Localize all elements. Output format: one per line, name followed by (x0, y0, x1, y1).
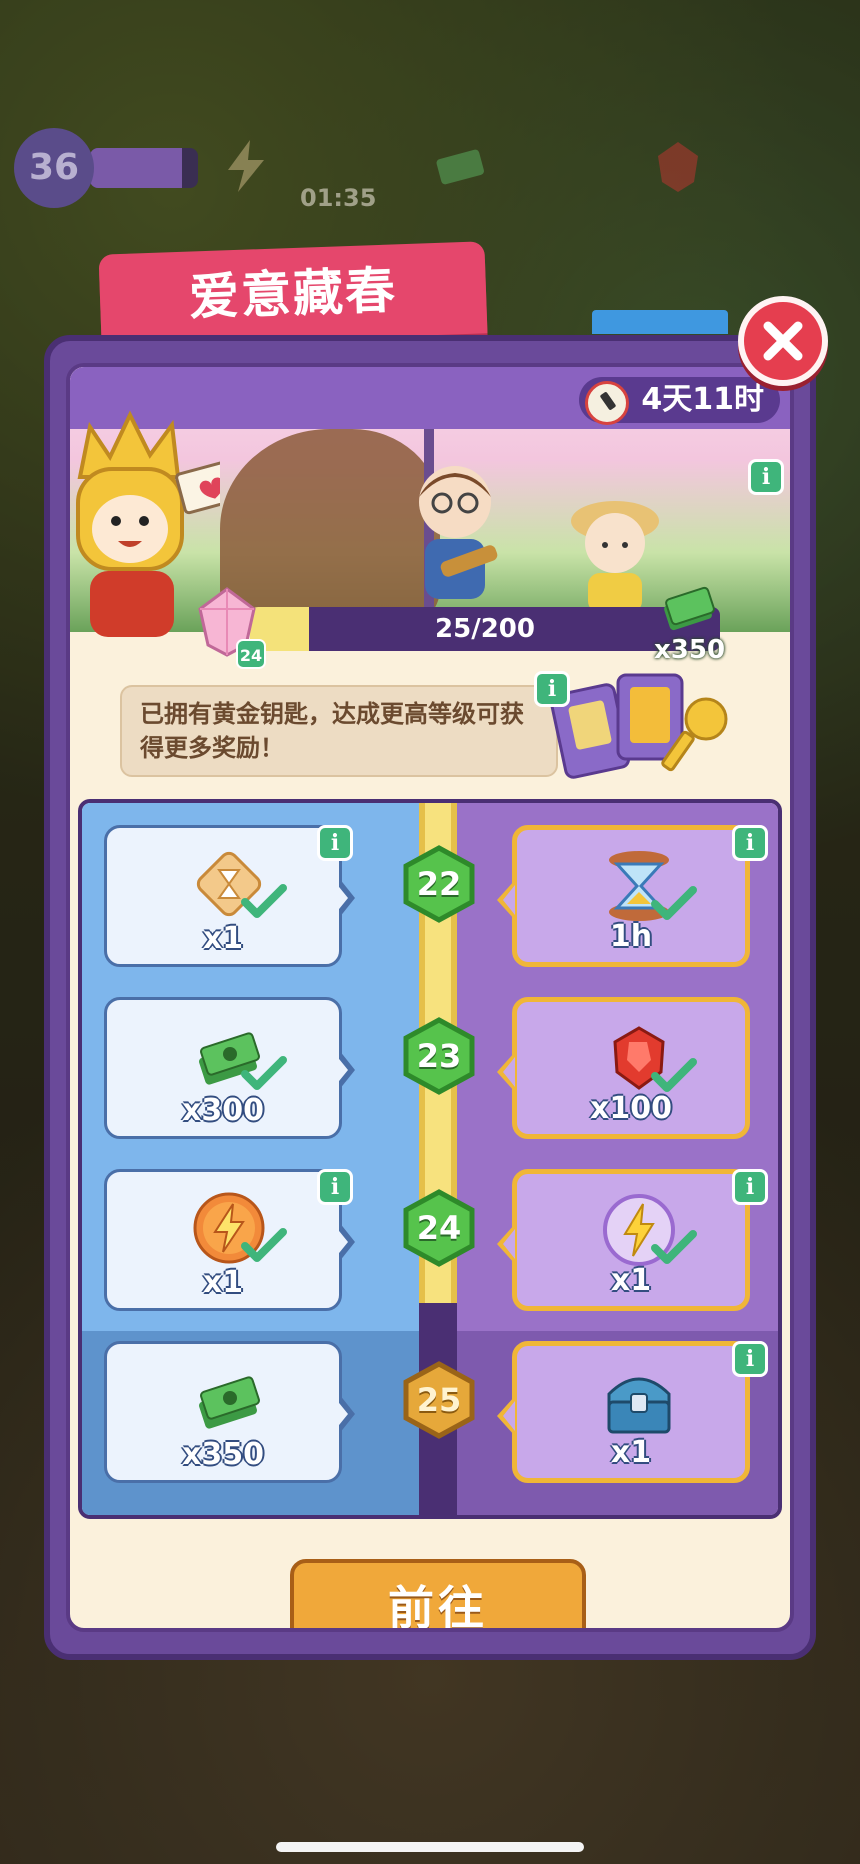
go-button[interactable]: 前往 (290, 1559, 586, 1632)
cash-stack-icon[interactable] (658, 577, 718, 637)
free-reward-23[interactable]: x300 (104, 997, 355, 1139)
event-panel-inner: 4天11时 i 25/200 24 x350 已拥有黄金钥匙，达成更高等级可获得… (66, 363, 794, 1632)
gold-reward-24-info-icon[interactable]: i (732, 1169, 768, 1205)
claimed-check-icon (651, 1058, 697, 1092)
close-icon (763, 321, 803, 361)
claimed-check-icon (241, 1228, 287, 1262)
go-button-label: 前往 (388, 1581, 488, 1632)
gold-reward-24[interactable]: x1 (497, 1169, 750, 1311)
tier-badge-24: 24 (400, 1189, 478, 1267)
gold-reward-22-info-icon[interactable]: i (732, 825, 768, 861)
event-progress-text: 25/200 (435, 614, 535, 644)
gold-reward-25-amount: x1 (610, 1435, 652, 1470)
gold-reward-25[interactable]: x1 (497, 1341, 750, 1483)
free-reward-24-info-icon[interactable]: i (317, 1169, 353, 1205)
player-level-bar (90, 148, 198, 188)
gold-reward-25-info-icon[interactable]: i (732, 1341, 768, 1377)
free-reward-24[interactable]: x1 (104, 1169, 355, 1311)
secondary-tab[interactable] (592, 310, 728, 334)
free-reward-23-amount: x300 (182, 1093, 264, 1128)
gem-icon (658, 142, 698, 192)
gold-reward-22[interactable]: 1h (497, 825, 750, 967)
banner-character-girl (571, 501, 659, 613)
free-reward-22-info-icon[interactable]: i (317, 825, 353, 861)
gold-reward-23[interactable]: x100 (497, 997, 750, 1139)
claimed-check-icon (241, 1056, 287, 1090)
event-progress-bar: 25/200 (250, 607, 720, 651)
cash-stack-icon (199, 1376, 260, 1429)
home-indicator (276, 1842, 584, 1852)
current-level-badge: 24 (236, 639, 266, 669)
event-time-left: 4天11时 (641, 382, 764, 417)
claimed-check-icon (651, 886, 697, 920)
free-reward-24-amount: x1 (202, 1265, 244, 1300)
reward-track: x1 22 1h i i x300 23 x100 x1 24 x1 i i x… (78, 799, 782, 1519)
player-level-bar-fill (90, 148, 182, 188)
close-button[interactable] (738, 296, 828, 386)
event-title: 爱意藏春 (188, 261, 398, 327)
energy-timer: 01:35 (300, 184, 377, 212)
golden-key-cards-icon (549, 673, 728, 779)
claimed-check-icon (651, 1230, 697, 1264)
gold-reward-22-amount: 1h (609, 919, 653, 954)
event-timer: 4天11时 (579, 377, 780, 425)
cash-icon (436, 149, 484, 185)
tier-badge-22: 22 (400, 845, 478, 923)
banner-info-icon[interactable]: i (748, 459, 784, 495)
free-reward-22-amount: x1 (202, 921, 244, 956)
progress-reward-amount: x350 (654, 635, 726, 665)
free-reward-25[interactable]: x350 (104, 1341, 355, 1483)
event-title-ribbon: 爱意藏春 (98, 241, 488, 347)
energy-bolt-icon (228, 140, 264, 192)
claimed-check-icon (241, 884, 287, 918)
player-level-badge[interactable]: 36 (14, 128, 94, 208)
clock-icon (585, 381, 630, 425)
keycards-info-icon[interactable]: i (534, 671, 570, 707)
golden-key-notice: 已拥有黄金钥匙，达成更高等级可获得更多奖励！ (120, 685, 558, 777)
tier-badge-25: 25 (400, 1361, 478, 1439)
tier-badge-23: 23 (400, 1017, 478, 1095)
gold-reward-23-amount: x100 (590, 1091, 672, 1126)
treasure-chest-icon (607, 1377, 671, 1434)
banner-character-boy (419, 466, 498, 599)
free-reward-22[interactable]: x1 (104, 825, 355, 967)
event-panel: 4天11时 i 25/200 24 x350 已拥有黄金钥匙，达成更高等级可获得… (44, 335, 816, 1660)
gold-reward-24-amount: x1 (610, 1263, 652, 1298)
free-reward-25-amount: x350 (182, 1437, 264, 1472)
